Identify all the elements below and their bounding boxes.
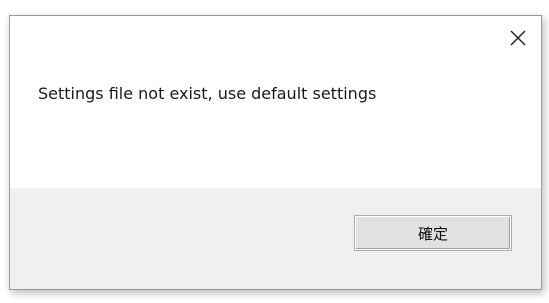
message-dialog: Settings file not exist, use default set…: [9, 15, 542, 290]
dialog-content: Settings file not exist, use default set…: [10, 68, 541, 193]
close-icon: [510, 30, 526, 46]
dialog-titlebar: [10, 16, 541, 68]
close-button[interactable]: [495, 16, 541, 60]
dialog-footer: 確定: [10, 188, 541, 289]
ok-button[interactable]: 確定: [354, 215, 512, 251]
page: Settings file not exist, use default set…: [0, 0, 549, 303]
dialog-message: Settings file not exist, use default set…: [38, 84, 377, 103]
